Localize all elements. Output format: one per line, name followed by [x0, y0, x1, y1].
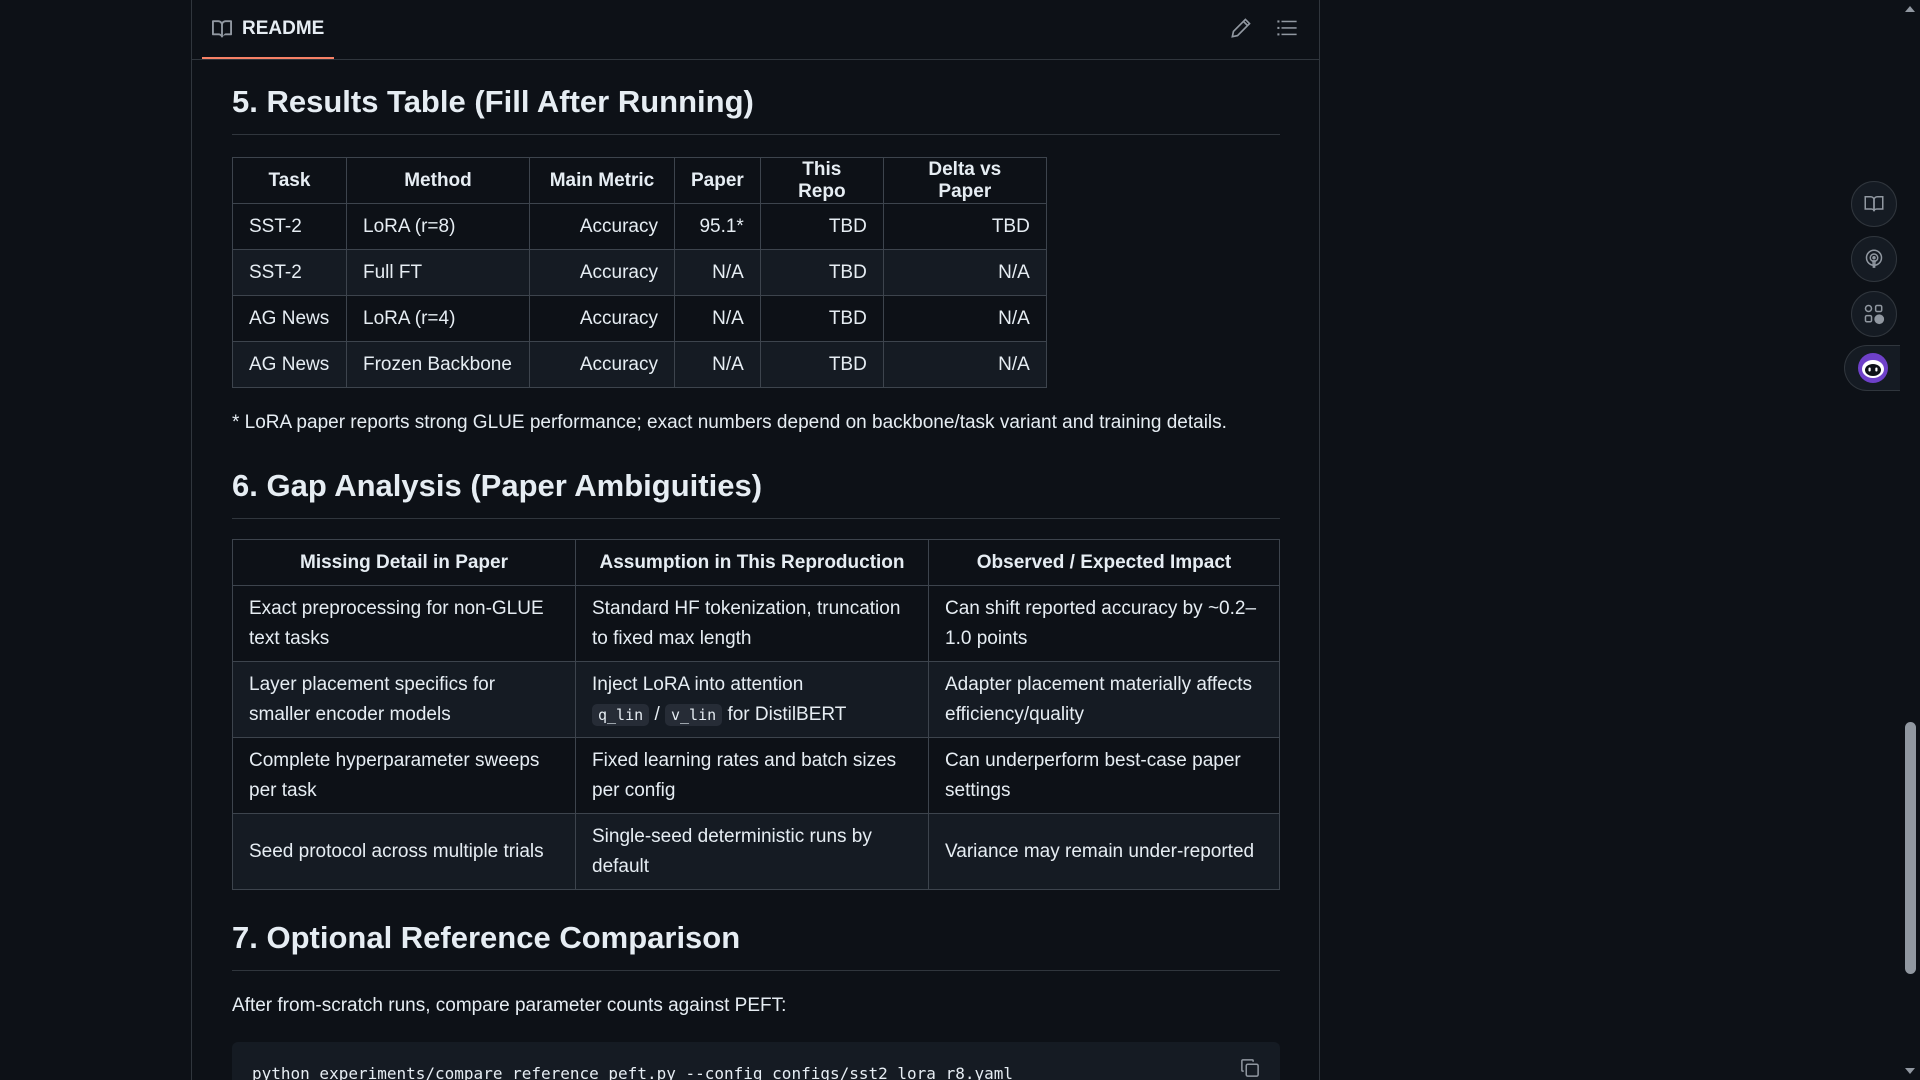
cell-task: SST-2	[232, 249, 347, 296]
assumption-text: Inject LoRA into attention	[592, 673, 804, 695]
col-task: Task	[232, 157, 347, 204]
cell-method: LoRA (r=8)	[346, 203, 530, 250]
cell-impact: Adapter placement materially affects eff…	[928, 661, 1280, 738]
col-main-metric: Main Metric	[529, 157, 675, 204]
table-row: AG News Frozen Backbone Accuracy N/A TBD…	[232, 341, 1047, 388]
table-row: Exact preprocessing for non-GLUE text ta…	[232, 585, 1280, 662]
cell-metric: Accuracy	[529, 341, 675, 388]
list-icon[interactable]	[1276, 17, 1300, 41]
code-line: python experiments/compare_reference_pef…	[252, 1064, 1013, 1080]
copy-icon[interactable]	[1240, 1058, 1262, 1080]
section-7-paragraph: After from-scratch runs, compare paramet…	[232, 995, 787, 1016]
cell-this-repo: TBD	[759, 203, 884, 250]
cell-missing-detail: Complete hyperparameter sweeps per task	[232, 737, 576, 814]
cell-task: SST-2	[232, 203, 347, 250]
cell-this-repo: TBD	[759, 341, 884, 388]
results-table: Task Method Main Metric Paper This Repo …	[232, 157, 1047, 388]
readme-tab[interactable]: README	[202, 0, 335, 59]
cell-delta: N/A	[882, 341, 1047, 388]
cell-assumption: Standard HF tokenization, truncation to …	[575, 585, 929, 662]
cell-method: Frozen Backbone	[346, 341, 530, 388]
cell-task: AG News	[232, 295, 347, 342]
cell-assumption: Single-seed deterministic runs by defaul…	[575, 813, 929, 890]
cell-paper: N/A	[674, 295, 761, 342]
book-icon[interactable]	[1851, 181, 1897, 227]
cell-metric: Accuracy	[529, 295, 675, 342]
section-7-heading: 7. Optional Reference Comparison	[232, 920, 1280, 971]
apps-github-icon[interactable]	[1851, 291, 1897, 337]
col-delta: Delta vs Paper	[882, 157, 1047, 204]
code-separator: /	[654, 703, 660, 725]
table-row: Seed protocol across multiple trials Sin…	[232, 813, 1280, 890]
cell-missing-detail: Seed protocol across multiple trials	[232, 813, 576, 890]
col-missing-detail: Missing Detail in Paper	[232, 539, 576, 586]
copilot-icon[interactable]	[1844, 345, 1900, 391]
cell-missing-detail: Layer placement specifics for smaller en…	[232, 661, 576, 738]
section-6-heading: 6. Gap Analysis (Paper Ambiguities)	[232, 468, 1280, 519]
cell-paper: N/A	[674, 249, 761, 296]
readme-content: 5. Results Table (Fill After Running) Ta…	[232, 59, 1280, 1080]
table-row: Complete hyperparameter sweeps per task …	[232, 737, 1280, 814]
results-header-row: Task Method Main Metric Paper This Repo …	[232, 157, 1047, 204]
table-row: SST-2 LoRA (r=8) Accuracy 95.1* TBD TBD	[232, 203, 1047, 250]
cell-method: LoRA (r=4)	[346, 295, 530, 342]
results-footnote: * LoRA paper reports strong GLUE perform…	[232, 412, 1227, 433]
assumption-text-end: for DistilBERT	[727, 703, 847, 725]
cell-missing-detail: Exact preprocessing for non-GLUE text ta…	[232, 585, 576, 662]
inline-code-q-lin: q_lin	[592, 703, 650, 726]
cell-metric: Accuracy	[529, 203, 675, 250]
scrollbar-thumb[interactable]	[1905, 722, 1916, 974]
scroll-up-arrow-icon[interactable]	[1905, 6, 1915, 12]
col-paper: Paper	[674, 157, 761, 204]
inline-code-v-lin: v_lin	[665, 703, 723, 726]
cell-delta: N/A	[882, 295, 1047, 342]
col-impact: Observed / Expected Impact	[928, 539, 1280, 586]
readme-header: README	[192, 0, 1319, 60]
cell-delta: TBD	[882, 203, 1047, 250]
code-block: python experiments/compare_reference_pef…	[232, 1042, 1280, 1080]
section-5-heading: 5. Results Table (Fill After Running)	[232, 84, 1280, 135]
cell-paper: N/A	[674, 341, 761, 388]
table-row: Layer placement specifics for smaller en…	[232, 661, 1280, 738]
readme-panel: README 5. Results Table (Fill After Runn…	[191, 0, 1320, 1080]
cell-impact: Can shift reported accuracy by ~0.2–1.0 …	[928, 585, 1280, 662]
table-row: AG News LoRA (r=4) Accuracy N/A TBD N/A	[232, 295, 1047, 342]
gap-analysis-table: Missing Detail in Paper Assumption in Th…	[232, 539, 1280, 890]
table-row: SST-2 Full FT Accuracy N/A TBD N/A	[232, 249, 1047, 296]
scroll-down-arrow-icon[interactable]	[1905, 1068, 1915, 1074]
cell-impact: Can underperform best-case paper setting…	[928, 737, 1280, 814]
cell-assumption: Inject LoRA into attention q_lin / v_lin…	[575, 661, 929, 738]
cell-method: Full FT	[346, 249, 530, 296]
cell-paper: 95.1*	[674, 203, 761, 250]
podcast-icon[interactable]	[1851, 236, 1897, 282]
cell-this-repo: TBD	[759, 249, 884, 296]
col-assumption: Assumption in This Reproduction	[575, 539, 929, 586]
pencil-icon[interactable]	[1230, 17, 1254, 41]
cell-metric: Accuracy	[529, 249, 675, 296]
col-this-repo: This Repo	[759, 157, 884, 204]
readme-tab-label: README	[242, 17, 325, 39]
cell-this-repo: TBD	[759, 295, 884, 342]
cell-delta: N/A	[882, 249, 1047, 296]
cell-impact: Variance may remain under-reported	[928, 813, 1280, 890]
book-icon	[212, 19, 232, 37]
col-method: Method	[346, 157, 530, 204]
cell-task: AG News	[232, 341, 347, 388]
cell-assumption: Fixed learning rates and batch sizes per…	[575, 737, 929, 814]
gap-header-row: Missing Detail in Paper Assumption in Th…	[232, 539, 1280, 586]
